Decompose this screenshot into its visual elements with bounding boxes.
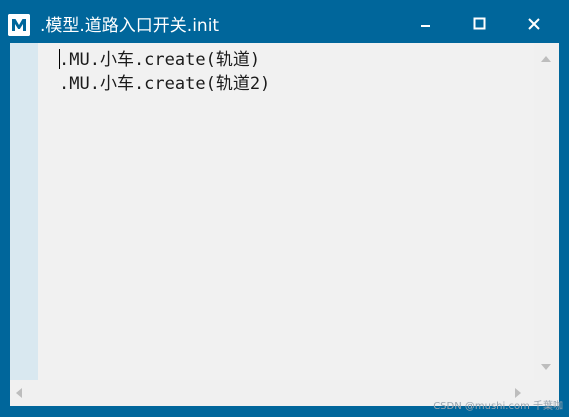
scroll-up-icon[interactable]: [541, 56, 551, 62]
code-editor[interactable]: .MU.小车.create(轨道) .MU.小车.create(轨道2): [38, 43, 541, 380]
scroll-left-icon[interactable]: [16, 388, 22, 398]
title-bar[interactable]: .模型.道路入口开关.init: [0, 0, 569, 43]
minimize-icon: [421, 25, 430, 27]
line-gutter: [10, 43, 38, 380]
watermark-text: CSDN @mushi.com 千葉咖: [433, 401, 563, 412]
maximize-button[interactable]: [457, 8, 503, 40]
app-logo-icon: [8, 14, 30, 36]
vertical-scrollbar[interactable]: [534, 43, 559, 380]
code-line-1[interactable]: .MU.小车.create(轨道): [59, 48, 260, 72]
code-line-2[interactable]: .MU.小车.create(轨道2): [59, 72, 270, 96]
close-button[interactable]: [511, 8, 557, 40]
editor-window: .模型.道路入口开关.init .MU.小车.create(轨道) .MU.小车…: [0, 0, 569, 417]
client-area: .MU.小车.create(轨道) .MU.小车.create(轨道2): [10, 43, 559, 406]
window-title: .模型.道路入口开关.init: [40, 16, 220, 36]
scroll-down-icon[interactable]: [541, 364, 551, 370]
maximize-icon: [473, 17, 486, 30]
minimize-button[interactable]: [403, 8, 449, 40]
scroll-right-icon[interactable]: [515, 388, 521, 398]
close-icon: [528, 18, 540, 30]
